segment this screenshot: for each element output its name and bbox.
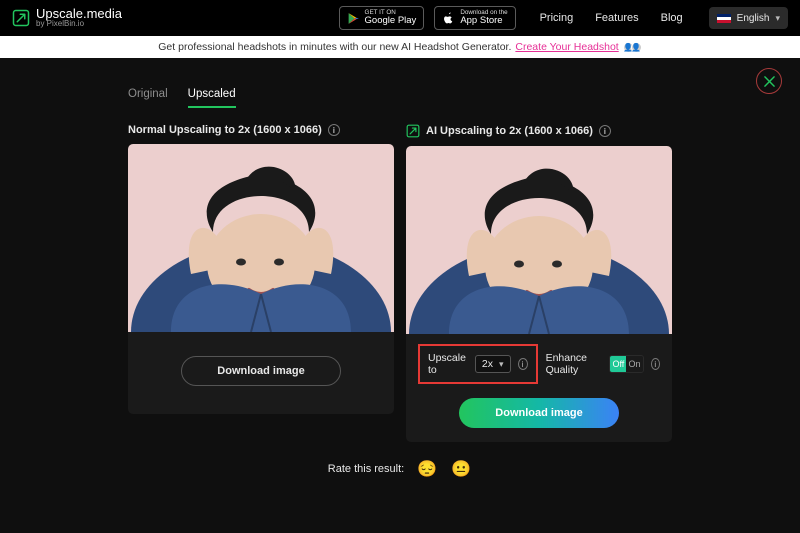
language-selector[interactable]: English ▾ xyxy=(709,7,788,29)
info-icon[interactable]: i xyxy=(651,358,660,370)
download-normal-button[interactable]: Download image xyxy=(181,356,341,386)
compare-area: Normal Upscaling to 2x (1600 x 1066) i xyxy=(0,108,800,442)
info-icon[interactable]: i xyxy=(328,124,340,136)
info-icon[interactable]: i xyxy=(599,125,611,137)
upscale-to-group: Upscale to 2x ▾ i xyxy=(418,344,538,384)
upscale-to-label: Upscale to xyxy=(428,352,468,376)
upscale-factor-select[interactable]: 2x ▾ xyxy=(475,355,511,373)
preview-image xyxy=(128,144,394,332)
brand-subtitle: by PixelBin.io xyxy=(36,20,122,29)
app-store-badge[interactable]: Download on the App Store xyxy=(434,6,515,30)
upscale-logo-icon xyxy=(12,9,30,27)
chevron-down-icon: ▾ xyxy=(775,13,780,24)
google-play-icon xyxy=(347,12,360,25)
rate-neutral-emoji[interactable]: 😐 xyxy=(450,458,472,480)
close-button[interactable] xyxy=(756,68,782,94)
promo-link[interactable]: Create Your Headshot xyxy=(515,41,618,53)
tab-upscaled[interactable]: Upscaled xyxy=(188,88,236,108)
download-ai-button[interactable]: Download image xyxy=(459,398,619,428)
nav-features[interactable]: Features xyxy=(595,12,638,24)
apple-icon xyxy=(442,12,455,25)
rate-sad-emoji[interactable]: 😔 xyxy=(416,458,438,480)
brand-logo[interactable]: Upscale.media by PixelBin.io xyxy=(12,7,122,29)
enhance-quality-label: Enhance Quality xyxy=(546,352,603,376)
enhance-quality-toggle[interactable]: Off On xyxy=(609,355,643,373)
promo-avatars: 👤 👤 xyxy=(626,42,642,53)
rating-row: Rate this result: 😔 😐 xyxy=(0,458,800,480)
avatar-icon: 👤 xyxy=(631,42,642,53)
normal-upscale-preview xyxy=(128,144,394,332)
info-icon[interactable]: i xyxy=(518,358,528,370)
normal-upscale-panel: Normal Upscaling to 2x (1600 x 1066) i xyxy=(128,124,394,442)
normal-upscale-title: Normal Upscaling to 2x (1600 x 1066) xyxy=(128,124,322,136)
close-icon xyxy=(764,76,775,87)
promo-text: Get professional headshots in minutes wi… xyxy=(158,41,511,53)
main-nav: Pricing Features Blog xyxy=(540,12,683,24)
promo-banner: Get professional headshots in minutes wi… xyxy=(0,36,800,58)
app-header: Upscale.media by PixelBin.io GET IT ON G… xyxy=(0,0,800,36)
google-play-badge[interactable]: GET IT ON Google Play xyxy=(339,6,425,30)
upscale-controls: Upscale to 2x ▾ i Enhance Quality Off On xyxy=(418,344,660,384)
rating-label: Rate this result: xyxy=(328,463,404,475)
tab-original[interactable]: Original xyxy=(128,88,168,108)
ai-upscale-title: AI Upscaling to 2x (1600 x 1066) xyxy=(426,125,593,137)
uk-flag-icon xyxy=(717,14,731,23)
result-tabs: Original Upscaled xyxy=(0,58,800,108)
ai-upscale-panel: AI Upscaling to 2x (1600 x 1066) i xyxy=(406,124,672,442)
preview-image xyxy=(406,146,672,334)
ai-badge-icon xyxy=(406,124,420,138)
nav-blog[interactable]: Blog xyxy=(661,12,683,24)
nav-pricing[interactable]: Pricing xyxy=(540,12,574,24)
ai-upscale-preview xyxy=(406,146,672,334)
chevron-down-icon: ▾ xyxy=(499,359,504,370)
